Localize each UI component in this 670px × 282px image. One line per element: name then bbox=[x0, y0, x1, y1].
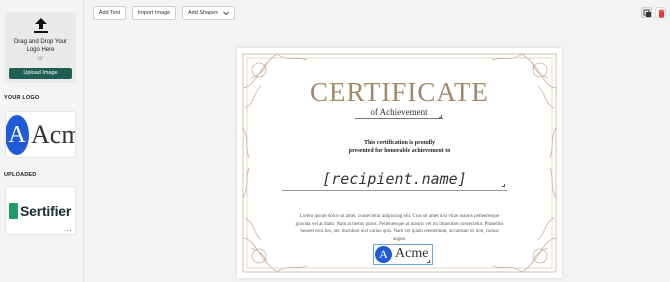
chevron-down-icon bbox=[223, 11, 229, 16]
copy-icon[interactable] bbox=[641, 7, 652, 18]
uploaded-title: UPLOADED bbox=[4, 172, 37, 178]
certificate-line-2[interactable]: presented for honorable achievement to bbox=[237, 148, 562, 154]
add-shapes-label: Add Shapes bbox=[188, 10, 218, 16]
resize-handle[interactable] bbox=[502, 184, 505, 187]
your-logo-title: YOUR LOGO bbox=[4, 95, 40, 101]
certificate-canvas[interactable]: CERTIFICATE of Achievement This certific… bbox=[237, 48, 562, 278]
upload-icon bbox=[34, 18, 48, 33]
certificate-logo[interactable]: A Acme bbox=[373, 244, 433, 265]
add-text-button[interactable]: Add Text bbox=[93, 6, 126, 20]
acme-logo-mark: A bbox=[375, 246, 392, 263]
acme-logo-text: Acme bbox=[31, 120, 75, 149]
certificate-body-text[interactable]: Lorem ipsum dolor sit amet, consectetur … bbox=[294, 213, 505, 243]
upload-image-button[interactable]: Upload Image bbox=[9, 68, 72, 79]
certificate-line-1[interactable]: This certification is proudly bbox=[237, 140, 562, 146]
recipient-name-field[interactable]: [recipient.name] bbox=[282, 170, 507, 191]
upload-or-label: or bbox=[37, 56, 44, 62]
sertifier-logo-text: Sertifier bbox=[20, 203, 72, 219]
acme-logo-mark: A bbox=[6, 115, 29, 155]
your-logo-card[interactable]: A Acme bbox=[5, 111, 76, 158]
resize-handle[interactable] bbox=[439, 115, 442, 118]
certificate-subtitle[interactable]: of Achievement bbox=[355, 107, 443, 119]
import-image-button[interactable]: Import Image bbox=[132, 6, 176, 20]
add-shapes-dropdown[interactable]: Add Shapes bbox=[182, 6, 235, 20]
more-options-icon[interactable]: ... bbox=[64, 224, 72, 233]
acme-logo-text: Acme bbox=[395, 246, 429, 261]
upload-dropzone[interactable]: Drag and Drop Your Logo Here or Upload I… bbox=[5, 12, 76, 83]
sertifier-logo-icon bbox=[9, 203, 18, 219]
upload-instructions: Drag and Drop Your Logo Here bbox=[13, 39, 68, 53]
uploaded-logo-card[interactable]: Sertifier ... bbox=[5, 186, 76, 235]
sidebar: Drag and Drop Your Logo Here or Upload I… bbox=[0, 0, 84, 282]
certificate-title[interactable]: CERTIFICATE bbox=[237, 77, 562, 108]
resize-handle[interactable] bbox=[427, 260, 430, 263]
trash-icon[interactable] bbox=[655, 7, 666, 18]
